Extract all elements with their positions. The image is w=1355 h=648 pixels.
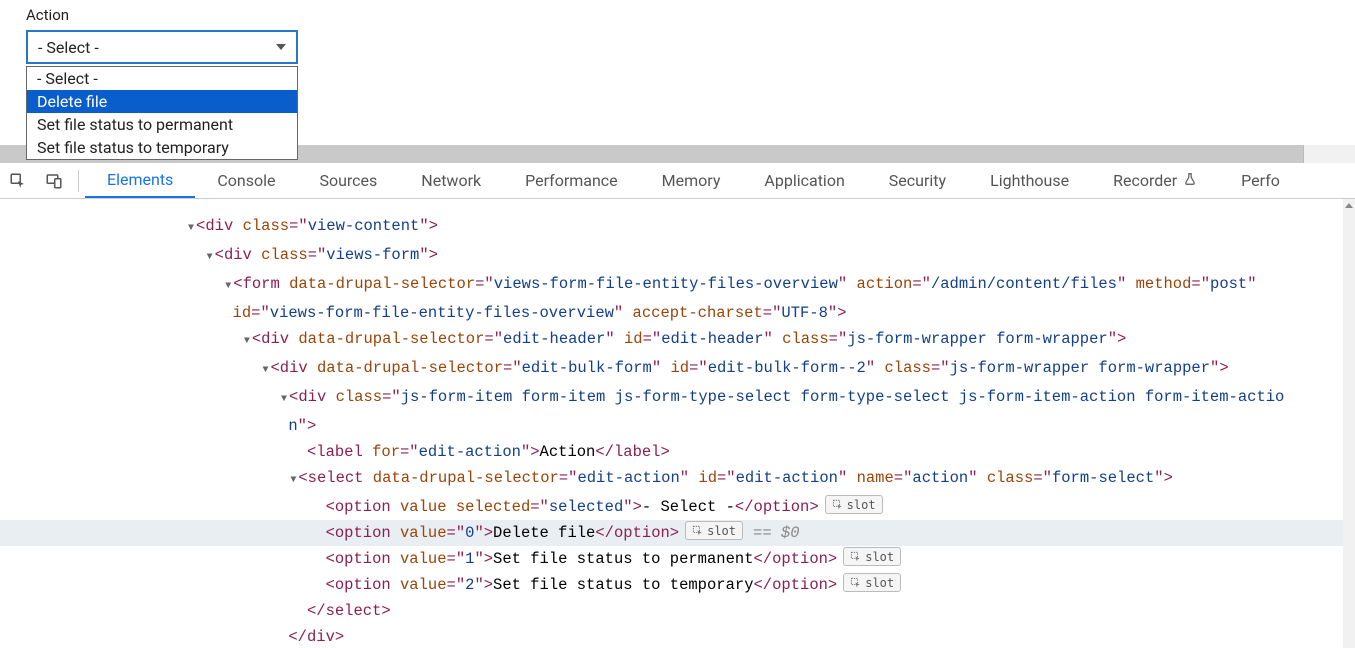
- device-toggle-icon[interactable]: [36, 163, 72, 198]
- action-option-temporary[interactable]: Set file status to temporary: [27, 136, 297, 159]
- disclosure-triangle-icon[interactable]: [186, 213, 196, 242]
- scrollbar[interactable]: [1343, 199, 1355, 648]
- disclosure-triangle-icon[interactable]: [205, 242, 215, 271]
- tab-security[interactable]: Security: [867, 163, 968, 198]
- action-option-permanent[interactable]: Set file status to permanent: [27, 113, 297, 136]
- tab-application[interactable]: Application: [742, 163, 866, 198]
- tab-memory[interactable]: Memory: [640, 163, 743, 198]
- disclosure-triangle-icon[interactable]: [288, 465, 298, 494]
- slot-badge[interactable]: slot: [843, 573, 901, 592]
- dom-node[interactable]: <div class="js-form-item form-item js-fo…: [0, 384, 1343, 413]
- disclosure-triangle-icon[interactable]: [223, 271, 233, 300]
- action-option-placeholder[interactable]: - Select -: [27, 67, 297, 90]
- scroll-up-icon[interactable]: [1343, 199, 1355, 211]
- dom-node[interactable]: <option value="2">Set file status to tem…: [0, 572, 1343, 598]
- tab-elements[interactable]: Elements: [85, 163, 195, 198]
- action-label: Action: [26, 6, 1355, 24]
- action-select[interactable]: - Select -: [26, 30, 298, 64]
- tab-network[interactable]: Network: [399, 163, 503, 198]
- action-select-value: - Select -: [38, 38, 99, 57]
- disclosure-triangle-icon[interactable]: [279, 384, 289, 413]
- tab-recorder[interactable]: Recorder: [1091, 163, 1219, 198]
- dom-node-close[interactable]: </div>: [0, 624, 1343, 648]
- inspect-icon[interactable]: [0, 163, 36, 198]
- dom-node[interactable]: <form data-drupal-selector="views-form-f…: [0, 271, 1343, 300]
- action-dropdown[interactable]: - Select - Delete file Set file status t…: [26, 66, 298, 160]
- disclosure-triangle-icon[interactable]: [260, 355, 270, 384]
- selected-indicator: == $0: [753, 524, 800, 542]
- tab-console[interactable]: Console: [195, 163, 297, 198]
- dom-node[interactable]: <label for="edit-action">Action</label>: [0, 439, 1343, 465]
- flask-icon: [1183, 171, 1197, 190]
- tab-performance-insights[interactable]: Perfo: [1219, 163, 1280, 198]
- action-option-delete[interactable]: Delete file: [27, 90, 297, 113]
- tab-performance[interactable]: Performance: [503, 163, 640, 198]
- slot-badge[interactable]: slot: [843, 547, 901, 566]
- dom-node[interactable]: <div class="views-form">: [0, 242, 1343, 271]
- dom-tree[interactable]: <div class="view-content"> <div class="v…: [0, 199, 1343, 648]
- disclosure-triangle-icon[interactable]: [242, 326, 252, 355]
- dom-node-cont[interactable]: id="views-form-file-entity-files-overvie…: [0, 300, 1343, 326]
- dom-node-cont[interactable]: n">: [0, 413, 1343, 439]
- dom-node-selected[interactable]: <option value="0">Delete file</option>sl…: [0, 520, 1343, 546]
- dom-node[interactable]: <div data-drupal-selector="edit-bulk-for…: [0, 355, 1343, 384]
- slot-badge[interactable]: slot: [685, 521, 743, 540]
- dom-node-close[interactable]: </select>: [0, 598, 1343, 624]
- dom-node[interactable]: <div class="view-content">: [0, 213, 1343, 242]
- dom-node[interactable]: <option value selected="selected">- Sele…: [0, 494, 1343, 520]
- tab-lighthouse[interactable]: Lighthouse: [968, 163, 1091, 198]
- slot-badge[interactable]: slot: [825, 495, 883, 514]
- dom-node[interactable]: <div data-drupal-selector="edit-header" …: [0, 326, 1343, 355]
- tab-sources[interactable]: Sources: [297, 163, 399, 198]
- devtools-toolbar: Elements Console Sources Network Perform…: [0, 163, 1355, 199]
- divider-handle[interactable]: [1303, 145, 1355, 163]
- dom-node[interactable]: <select data-drupal-selector="edit-actio…: [0, 465, 1343, 494]
- dom-node[interactable]: <option value="1">Set file status to per…: [0, 546, 1343, 572]
- chevron-down-icon: [276, 44, 286, 50]
